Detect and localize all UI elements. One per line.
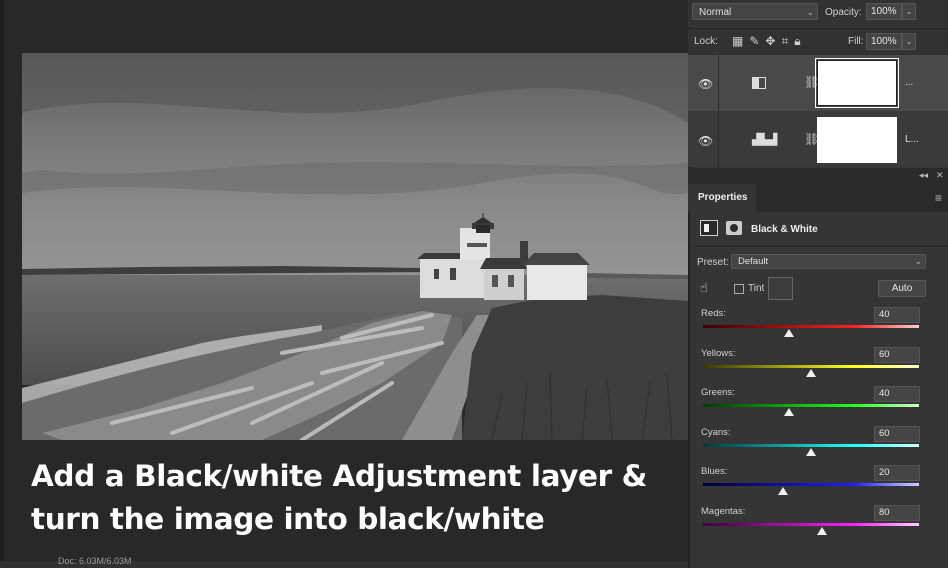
layer-row-levels[interactable]: 👁︎ ▟▙▟ ⛓︎ L... [688, 112, 948, 168]
slider-thumb[interactable] [777, 487, 788, 495]
blend-mode-value: Normal [699, 7, 732, 18]
lock-artboard-icon[interactable]: ⌗ [781, 34, 794, 48]
caption-line-2: turn the image into black/white [31, 502, 545, 536]
eye-icon[interactable]: 👁︎ [698, 134, 713, 148]
targeted-adjustment-hand-icon[interactable]: ☝︎ [700, 280, 708, 296]
tab-properties[interactable]: Properties [688, 184, 756, 212]
lock-label: Lock: [694, 36, 718, 47]
fill-input[interactable]: 100% [866, 33, 902, 50]
levels-adjustment-icon: ▟▙▟ [752, 134, 778, 146]
layer-divider [718, 112, 719, 168]
lock-all-icon[interactable]: 🔒︎ [794, 34, 806, 48]
slider-value-input[interactable]: 40 [874, 386, 920, 402]
lock-row: Lock: ▦✎✥⌗🔒︎ Fill: 100% ⌄ [688, 28, 948, 55]
close-panel-icon[interactable]: ✕ [936, 170, 944, 181]
slider-label: Blues: [701, 466, 728, 477]
slider-thumb[interactable] [806, 368, 816, 377]
panel-collapse-bar: ◂◂ ✕ [688, 168, 948, 184]
layer-row-black-white[interactable]: 👁︎ ⛓︎ ... [688, 55, 948, 111]
blend-mode-dropdown[interactable]: Normal ⌄ [692, 3, 818, 20]
fill-label: Fill: [848, 36, 864, 47]
slider-thumb[interactable] [816, 526, 827, 535]
grass-hill [462, 295, 688, 440]
slider-track[interactable] [703, 483, 919, 486]
lock-transparent-icon[interactable]: ▦ [732, 34, 749, 48]
lock-paint-icon[interactable]: ✎ [749, 34, 765, 48]
black-white-adjustment-icon [752, 77, 766, 89]
layer-name[interactable]: ... [905, 77, 913, 88]
opacity-input[interactable]: 100% [866, 3, 902, 20]
document-image[interactable] [22, 53, 688, 440]
layer-mask-thumbnail[interactable] [817, 117, 897, 163]
tint-label: Tint [748, 283, 765, 294]
right-panel: Normal ⌄ Opacity: 100% ⌄ Lock: ▦✎✥⌗🔒︎ Fi… [688, 0, 948, 568]
tint-checkbox[interactable] [734, 284, 744, 294]
slider-label: Greens: [701, 387, 735, 398]
slider-thumb[interactable] [806, 447, 816, 456]
slider-value-input[interactable]: 40 [874, 307, 920, 323]
status-bar: Doc: 6.03M/6.03M [0, 556, 688, 568]
tint-color-swatch[interactable] [768, 277, 793, 300]
eye-icon[interactable]: 👁︎ [698, 77, 713, 91]
mask-properties-icon[interactable] [726, 221, 742, 235]
slider-thumb[interactable] [784, 329, 795, 337]
slider-value-input[interactable]: 60 [874, 346, 920, 363]
preset-dropdown[interactable]: Default ⌄ [731, 254, 926, 269]
slider-label: Reds: [701, 308, 726, 319]
slider-value-input[interactable]: 20 [874, 465, 920, 481]
lock-icons: ▦✎✥⌗🔒︎ [732, 34, 807, 49]
auto-button[interactable]: Auto [878, 280, 926, 297]
slider-label: Magentas: [701, 505, 746, 517]
layer-name[interactable]: L... [905, 134, 919, 145]
slider-value-input[interactable]: 80 [874, 504, 920, 521]
slider-label: Cyans: [701, 426, 731, 438]
collapse-panels-icon[interactable]: ◂◂ [919, 170, 928, 181]
properties-tabbar: Properties ≡ [688, 184, 948, 212]
preset-value: Default [738, 256, 769, 267]
canvas-area: Add a Black/white Adjustment layer & tur… [0, 0, 688, 568]
slider-thumb[interactable] [784, 408, 795, 416]
slider-track[interactable] [703, 522, 919, 526]
doc-size-readout: Doc: 6.03M/6.03M [58, 556, 132, 566]
slider-track[interactable] [703, 325, 919, 328]
lock-position-icon[interactable]: ✥ [765, 34, 781, 48]
preset-label: Preset: [697, 257, 729, 268]
chevron-down-icon: ⌄ [914, 256, 922, 266]
layer-mask-thumbnail[interactable] [815, 58, 899, 108]
slider-track[interactable] [703, 404, 919, 407]
properties-header: Black & White [688, 212, 948, 247]
panel-menu-icon[interactable]: ≡ [935, 191, 942, 205]
opacity-label: Opacity: [825, 7, 862, 18]
slider-track[interactable] [703, 443, 919, 447]
slider-label: Yellows: [701, 347, 736, 359]
opacity-dropdown-button[interactable]: ⌄ [902, 3, 916, 20]
fill-dropdown-button[interactable]: ⌄ [902, 33, 916, 50]
caption-line-1: Add a Black/white Adjustment layer & [31, 459, 647, 493]
slider-value-input[interactable]: 60 [874, 425, 920, 442]
layer-divider [718, 55, 719, 111]
tutorial-caption: Add a Black/white Adjustment layer & tur… [31, 455, 671, 541]
adjustment-properties-icon[interactable] [700, 220, 718, 236]
chevron-down-icon: ⌄ [806, 7, 814, 17]
slider-track[interactable] [703, 364, 919, 368]
canvas-edge [0, 0, 4, 568]
layers-list: 👁︎ ⛓︎ ... 👁︎ ▟▙▟ ⛓︎ L... [688, 55, 948, 168]
properties-title: Black & White [751, 224, 818, 235]
blend-row: Normal ⌄ Opacity: 100% ⌄ [688, 0, 948, 27]
